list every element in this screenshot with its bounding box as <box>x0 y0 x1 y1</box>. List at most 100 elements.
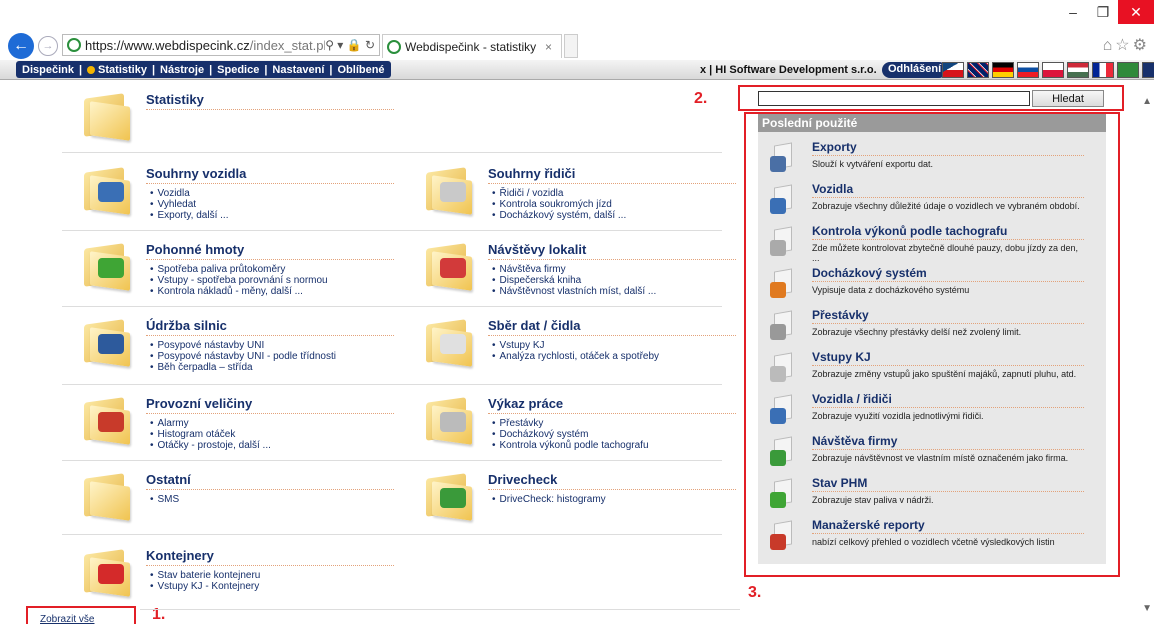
search-button[interactable]: Hledat <box>1032 90 1104 107</box>
scroll-up-icon[interactable]: ▲ <box>1142 96 1152 107</box>
recent-item[interactable]: Vstupy KJ Zobrazuje změny vstupů jako spu… <box>758 350 1106 390</box>
category-link[interactable]: DriveCheck: histogramy <box>492 494 606 505</box>
minimize-icon[interactable]: – <box>1058 0 1088 24</box>
recent-item[interactable]: Stav PHM Zobrazuje stav paliva v nádrži. <box>758 476 1106 516</box>
category-title[interactable]: Sběr dat / čidla <box>488 318 736 336</box>
recent-item[interactable]: Manažerské reporty nabízí celkový přehled… <box>758 518 1106 558</box>
address-tools-icons[interactable]: ⚲ ▾ 🔒 ↻ <box>325 38 379 52</box>
category-link[interactable]: Vozidla <box>150 188 228 199</box>
recent-item-title[interactable]: Manažerské reporty <box>812 518 1084 534</box>
recent-item[interactable]: Kontrola výkonů podle tachografu Zde může… <box>758 224 1106 264</box>
menu-nastroje[interactable]: Nástroje <box>160 64 204 76</box>
category-title[interactable]: Souhrny vozidla <box>146 166 394 184</box>
category-link[interactable]: Kontrola nákladů - měny, další ... <box>150 286 328 297</box>
category-link[interactable]: Návštěvnost vlastních míst, další ... <box>492 286 657 297</box>
recent-item[interactable]: Vozidla Zobrazuje všechny důležité údaje … <box>758 182 1106 222</box>
category-link[interactable]: Stav baterie kontejneru <box>150 570 261 581</box>
folder-icon[interactable] <box>80 548 132 597</box>
category-link[interactable]: Kontrola výkonů podle tachografu <box>492 440 649 451</box>
category-link[interactable]: Vstupy KJ - Kontejnery <box>150 581 260 592</box>
category-title[interactable]: Návštěvy lokalit <box>488 242 736 260</box>
category-link[interactable]: Vstupy KJ <box>492 340 659 351</box>
recent-item-title[interactable]: Kontrola výkonů podle tachografu <box>812 224 1084 240</box>
recent-item[interactable]: Návštěva firmy Zobrazuje návštěvnost ve v… <box>758 434 1106 474</box>
category-link[interactable]: Otáčky - prostoje, další ... <box>150 440 271 451</box>
browser-toolbar-icons[interactable]: ⌂☆⚙ <box>1103 35 1150 55</box>
recent-item-title[interactable]: Exporty <box>812 140 1084 156</box>
menu-nastaveni[interactable]: Nastavení <box>272 64 324 76</box>
show-all-link[interactable]: Zobrazit vše <box>40 614 94 624</box>
close-window-icon[interactable]: ✕ <box>1118 0 1154 24</box>
folder-icon[interactable] <box>422 242 474 291</box>
folder-icon[interactable] <box>80 242 132 291</box>
category-link[interactable]: Řidiči / vozidla <box>492 188 626 199</box>
search-input[interactable] <box>758 91 1030 106</box>
category-title[interactable]: Pohonné hmoty <box>146 242 394 260</box>
menu-oblibene[interactable]: Oblíbené <box>337 64 384 76</box>
flag-cz-icon[interactable] <box>942 62 964 78</box>
folder-icon[interactable] <box>422 472 474 521</box>
tab-close-icon[interactable]: × <box>545 40 561 54</box>
recent-item-title[interactable]: Stav PHM <box>812 476 1084 492</box>
category-link[interactable]: SMS <box>150 494 180 505</box>
category-link[interactable]: Vyhledat <box>150 199 228 210</box>
category-title[interactable]: Souhrny řidiči <box>488 166 736 184</box>
export-icon[interactable] <box>1117 62 1139 78</box>
folder-icon[interactable] <box>422 396 474 445</box>
forward-button[interactable]: → <box>38 36 58 56</box>
category-link[interactable]: Posypové nástavby UNI <box>150 340 336 351</box>
category-link[interactable]: Histogram otáček <box>150 429 271 440</box>
tab-webdispecink[interactable]: Webdispečink - statistiky × <box>382 34 562 58</box>
recent-item-title[interactable]: Přestávky <box>812 308 1084 324</box>
category-link[interactable]: Návštěva firmy <box>492 264 656 275</box>
back-button[interactable]: ← <box>8 33 34 59</box>
category-title[interactable]: Kontejnery <box>146 548 394 566</box>
recent-item[interactable]: Přestávky Zobrazuje všechny přestávky del… <box>758 308 1106 348</box>
menu-statistiky[interactable]: Statistiky <box>98 64 147 76</box>
flag-de-icon[interactable] <box>992 62 1014 78</box>
category-link[interactable]: Vstupy - spotřeba porovnání s normou <box>150 275 328 286</box>
menu-spedice[interactable]: Spedice <box>217 64 259 76</box>
folder-icon[interactable] <box>80 472 132 521</box>
logout-button[interactable]: Odhlášení <box>882 62 948 78</box>
recent-item[interactable]: Vozidla / řidiči Zobrazuje využití vozidl… <box>758 392 1106 432</box>
category-link[interactable]: Dispečerská kniha <box>492 275 656 286</box>
menu-dispecink[interactable]: Dispečink <box>22 64 74 76</box>
recent-item-title[interactable]: Vozidla <box>812 182 1084 198</box>
new-tab-button[interactable] <box>564 34 578 58</box>
flag-sk-icon[interactable] <box>1017 62 1039 78</box>
category-link[interactable]: Analýza rychlosti, otáček a spotřeby <box>492 351 660 362</box>
category-link[interactable]: Běh čerpadla – střída <box>150 362 336 373</box>
category-link[interactable]: Kontrola soukromých jízd <box>492 199 626 210</box>
recent-item-title[interactable]: Docházkový systém <box>812 266 1084 282</box>
scroll-down-icon[interactable]: ▼ <box>1142 603 1152 614</box>
flag-pl-icon[interactable] <box>1042 62 1064 78</box>
folder-icon[interactable] <box>422 166 474 215</box>
category-link[interactable]: Posypové nástavby UNI - podle třídnosti <box>150 351 336 362</box>
category-title[interactable]: Drivecheck <box>488 472 736 490</box>
category-title[interactable]: Údržba silnic <box>146 318 394 336</box>
flag-fr-icon[interactable] <box>1092 62 1114 78</box>
restore-icon[interactable]: ❐ <box>1088 0 1118 24</box>
category-link[interactable]: Docházkový systém <box>492 429 649 440</box>
folder-icon[interactable] <box>422 318 474 367</box>
folder-icon[interactable] <box>80 318 132 367</box>
category-link[interactable]: Alarmy <box>150 418 271 429</box>
category-title[interactable]: Statistiky <box>146 92 394 110</box>
flag-hu-icon[interactable] <box>1067 62 1089 78</box>
folder-icon[interactable] <box>80 396 132 445</box>
url-text[interactable]: https://www.webdispecink.cz/index_stat.p… <box>85 38 325 53</box>
recent-item-title[interactable]: Vstupy KJ <box>812 350 1084 366</box>
category-link[interactable]: Exporty, další ... <box>150 210 229 221</box>
recent-item[interactable]: Exporty Slouží k vytváření exportu dat. <box>758 140 1106 180</box>
recent-item-title[interactable]: Vozidla / řidiči <box>812 392 1084 408</box>
category-title[interactable]: Výkaz práce <box>488 396 736 414</box>
category-title[interactable]: Provozní veličiny <box>146 396 394 414</box>
category-link[interactable]: Přestávky <box>492 418 649 429</box>
recent-item-title[interactable]: Návštěva firmy <box>812 434 1084 450</box>
category-title[interactable]: Ostatní <box>146 472 394 490</box>
recent-item[interactable]: Docházkový systém Vypisuje data z docházk… <box>758 266 1106 306</box>
folder-icon[interactable] <box>80 166 132 215</box>
folder-icon[interactable] <box>80 92 132 141</box>
help-icon[interactable] <box>1142 62 1154 78</box>
